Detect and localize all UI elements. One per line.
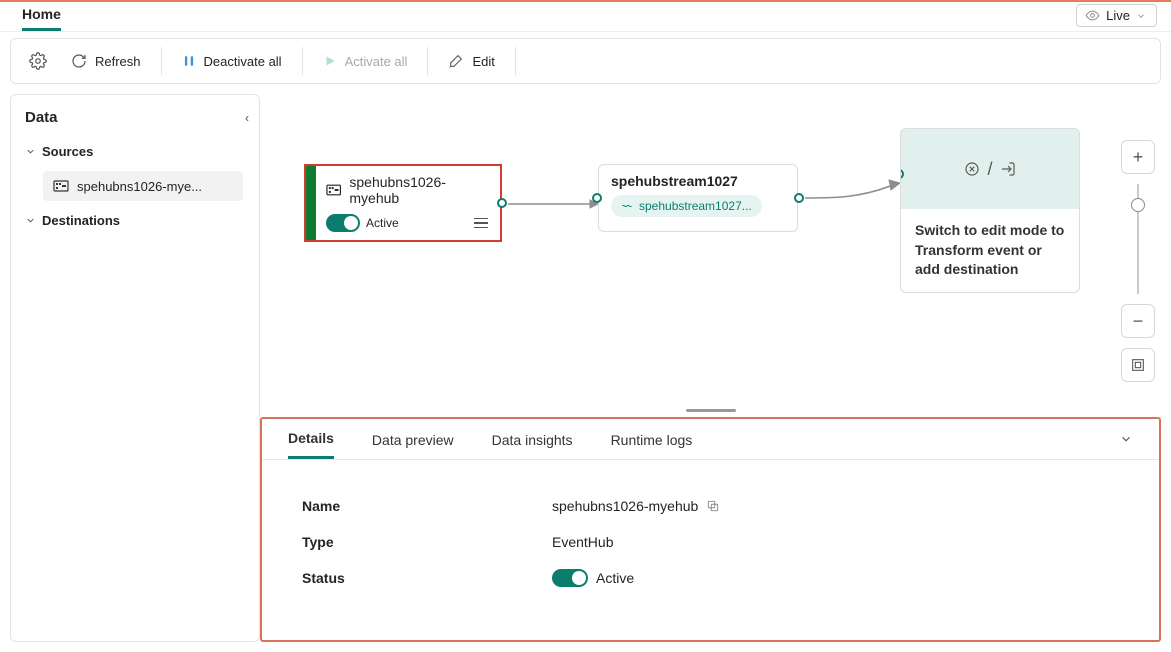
connector (508, 198, 598, 210)
deactivate-all-label: Deactivate all (204, 54, 282, 69)
side-panel-title: Data (25, 109, 58, 126)
edit-button[interactable]: Edit (438, 47, 504, 75)
source-item-label: spehubns1026-mye... (77, 179, 202, 194)
activate-all-button: Activate all (313, 48, 418, 75)
source-menu-button[interactable] (474, 218, 488, 229)
copy-icon[interactable] (706, 499, 720, 513)
stream-pill[interactable]: spehubstream1027... (611, 195, 762, 217)
chevron-down-icon (25, 215, 36, 226)
output-port[interactable] (497, 198, 507, 208)
zoom-out-button[interactable]: − (1121, 304, 1155, 338)
input-port[interactable] (592, 193, 602, 203)
detail-name-label: Name (302, 498, 552, 514)
destination-icons: / (901, 129, 1079, 209)
detail-name-value: spehubns1026-myehub (552, 498, 698, 514)
detail-type-value: EventHub (552, 534, 613, 550)
stream-node-title: spehubstream1027 (611, 173, 785, 189)
chevron-down-icon (25, 146, 36, 157)
fit-to-screen-button[interactable] (1121, 348, 1155, 382)
settings-button[interactable] (19, 46, 57, 76)
canvas[interactable]: spehubns1026-myehub Active (260, 94, 1161, 417)
destinations-group[interactable]: Destinations (21, 205, 249, 236)
zoom-slider[interactable] (1137, 184, 1139, 294)
tab-data-preview[interactable]: Data preview (372, 424, 454, 458)
destination-placeholder-node[interactable]: / Switch to edit mode to Transform event… (900, 128, 1080, 293)
connector (805, 176, 900, 206)
stream-pill-label: spehubstream1027... (639, 199, 752, 213)
detail-type-label: Type (302, 534, 552, 550)
refresh-icon (71, 53, 87, 69)
stream-icon (621, 200, 633, 212)
sources-label: Sources (42, 144, 93, 159)
output-icon (999, 160, 1017, 178)
eventhub-icon (53, 178, 69, 194)
toolbar: Refresh Deactivate all Activate all Edit (10, 38, 1161, 84)
separator (302, 47, 303, 75)
activate-all-label: Activate all (345, 54, 408, 69)
zoom-in-button[interactable]: + (1121, 140, 1155, 174)
chevron-down-icon (1136, 11, 1146, 21)
stream-node[interactable]: spehubstream1027 spehubstream1027... (598, 164, 798, 232)
sources-group[interactable]: Sources (21, 136, 249, 167)
source-status: Active (366, 216, 399, 230)
source-active-toggle[interactable] (326, 214, 360, 232)
output-port[interactable] (794, 193, 804, 203)
tab-runtime-logs[interactable]: Runtime logs (611, 424, 693, 458)
tab-home[interactable]: Home (22, 2, 61, 31)
chevron-down-icon (1119, 432, 1133, 446)
separator (427, 47, 428, 75)
play-icon (323, 54, 337, 68)
zoom-controls: + − (1119, 140, 1157, 382)
destination-hint: Switch to edit mode to Transform event o… (901, 209, 1079, 292)
detail-status-label: Status (302, 570, 552, 586)
collapse-inspector-button[interactable] (1119, 432, 1133, 449)
inspector-panel: Details Data preview Data insights Runti… (260, 417, 1161, 642)
zoom-thumb[interactable] (1131, 198, 1145, 212)
separator (515, 47, 516, 75)
edit-icon (448, 53, 464, 69)
detail-status-value: Active (596, 570, 634, 586)
fit-icon (1130, 357, 1146, 373)
eye-icon (1085, 8, 1100, 23)
source-node[interactable]: spehubns1026-myehub Active (304, 164, 502, 242)
destinations-label: Destinations (42, 213, 120, 228)
live-mode-label: Live (1106, 8, 1130, 23)
side-panel: Data ‹‹ Sources spehubns1026-mye... Dest… (10, 94, 260, 642)
edit-label: Edit (472, 54, 494, 69)
eventhub-icon (326, 182, 341, 198)
transform-icon (963, 160, 981, 178)
tab-data-insights[interactable]: Data insights (492, 424, 573, 458)
deactivate-all-button[interactable]: Deactivate all (172, 48, 292, 75)
refresh-button[interactable]: Refresh (61, 47, 151, 75)
gear-icon (29, 52, 47, 70)
pause-icon (182, 54, 196, 68)
refresh-label: Refresh (95, 54, 141, 69)
status-toggle[interactable] (552, 569, 588, 587)
source-item[interactable]: spehubns1026-mye... (43, 171, 243, 201)
tab-details[interactable]: Details (288, 422, 334, 459)
live-mode-button[interactable]: Live (1076, 4, 1157, 27)
separator (161, 47, 162, 75)
source-node-title: spehubns1026-myehub (349, 174, 490, 206)
